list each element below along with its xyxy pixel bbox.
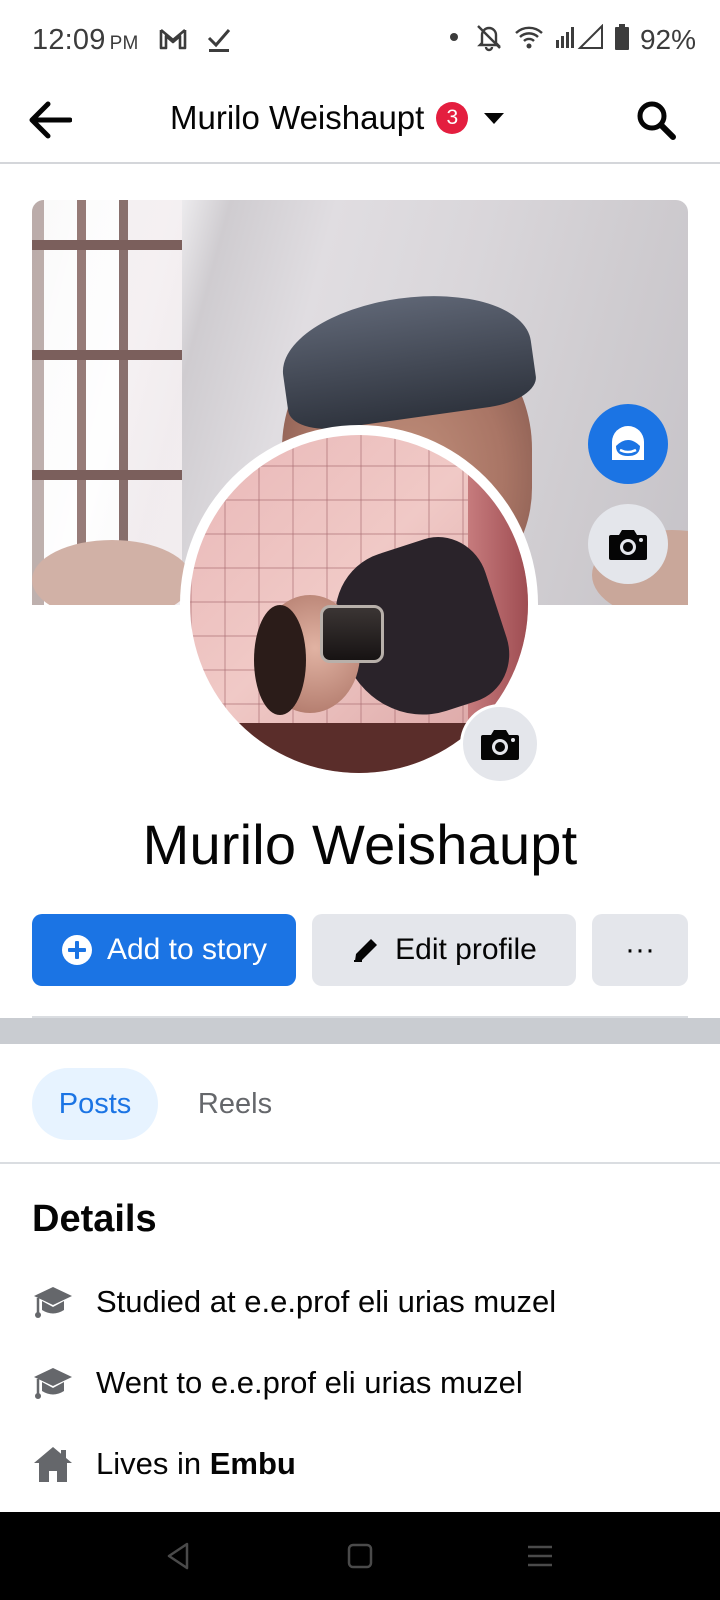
search-icon <box>637 101 676 140</box>
status-right-icons: 92% <box>444 22 696 57</box>
avatar-face-icon <box>612 426 644 460</box>
tab-reels[interactable]: Reels <box>180 1068 290 1140</box>
plus-circle-icon <box>61 934 93 966</box>
home-icon <box>32 1443 74 1485</box>
nav-home-icon <box>347 1543 373 1569</box>
add-to-story-button[interactable]: Add to story <box>32 914 296 986</box>
pencil-icon <box>351 935 381 965</box>
cover-window-bar <box>32 240 182 250</box>
back-arrow-icon <box>29 101 72 139</box>
avatar-button[interactable] <box>588 404 668 484</box>
profile-photo-phone <box>320 605 384 663</box>
gmail-icon <box>158 26 188 59</box>
cover-window-bar <box>32 470 182 480</box>
app-header: Murilo Weishaupt 3 <box>0 80 720 164</box>
edit-profile-button[interactable]: Edit profile <box>312 914 576 986</box>
edit-profile-label: Edit profile <box>395 933 537 966</box>
profile-name: Murilo Weishaupt <box>142 813 578 876</box>
profile-tabs: Posts Reels <box>0 1044 720 1164</box>
detail-text: Lives in Embu <box>96 1446 296 1481</box>
graduation-cap-icon <box>32 1362 74 1404</box>
battery-icon <box>614 23 630 56</box>
nav-recents-icon <box>528 1545 552 1567</box>
detail-item-studied[interactable]: Studied at e.e.prof eli urias muzel <box>32 1272 692 1332</box>
detail-item-lives-in[interactable]: Lives in Embu <box>32 1434 692 1494</box>
graduation-cap-icon <box>32 1281 74 1323</box>
more-options-button[interactable]: ··· <box>592 914 688 986</box>
system-nav-bar <box>0 1512 720 1600</box>
nav-back-icon <box>167 1542 189 1570</box>
download-done-icon <box>206 26 232 59</box>
camera-icon <box>481 730 519 760</box>
detail-item-went-to[interactable]: Went to e.e.prof eli urias muzel <box>32 1353 692 1413</box>
wifi-icon <box>514 24 544 55</box>
profile-switcher[interactable]: Murilo Weishaupt 3 <box>170 96 505 140</box>
status-time: 12:09 PM <box>32 24 139 56</box>
nav-recents-button[interactable] <box>520 1538 560 1574</box>
header-title: Murilo Weishaupt <box>170 99 425 136</box>
tab-posts[interactable]: Posts <box>32 1068 158 1140</box>
cover-window-bar <box>32 350 182 360</box>
detail-text: Went to e.e.prof eli urias muzel <box>96 1365 523 1400</box>
detail-text: Studied at e.e.prof eli urias muzel <box>96 1284 557 1319</box>
camera-icon <box>609 530 647 560</box>
edit-profile-photo-button[interactable] <box>460 704 540 784</box>
profile-photo-hair <box>254 605 306 715</box>
status-left-icons <box>158 26 232 59</box>
edit-cover-photo-button[interactable] <box>588 504 668 584</box>
nav-back-button[interactable] <box>158 1538 198 1574</box>
back-button[interactable] <box>22 92 78 148</box>
more-options-label: ··· <box>625 933 655 966</box>
profile-actions: Add to story Edit profile ··· <box>32 914 688 986</box>
nav-home-button[interactable] <box>340 1538 380 1574</box>
details-heading: Details <box>32 1198 157 1240</box>
section-separator <box>0 1018 720 1044</box>
notification-badge: 3 <box>436 102 469 134</box>
add-to-story-label: Add to story <box>106 933 268 966</box>
dot-icon <box>444 27 464 52</box>
bell-off-icon <box>474 22 504 57</box>
status-bar: 12:09 PM 92% <box>0 0 720 80</box>
search-button[interactable] <box>628 92 684 148</box>
battery-percent: 92% <box>639 23 696 55</box>
signal-icon <box>554 23 604 55</box>
chevron-down-icon <box>484 112 505 124</box>
